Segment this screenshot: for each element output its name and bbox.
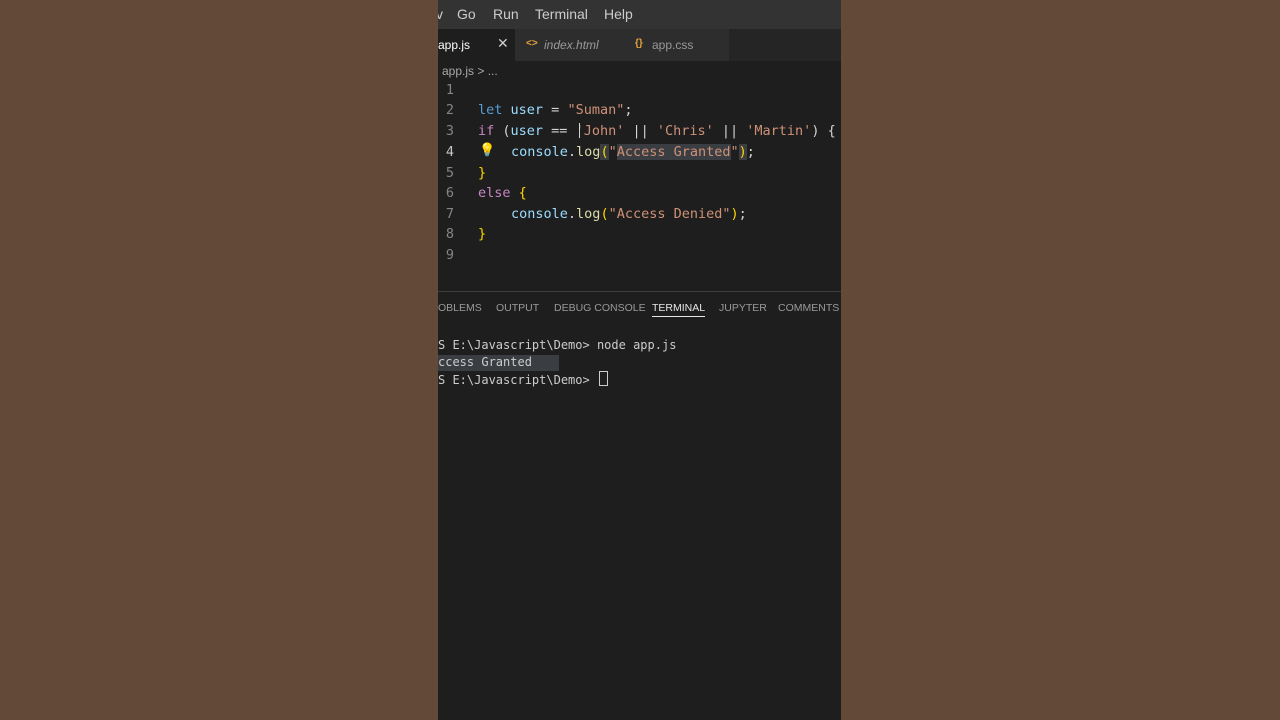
tab-debug-console[interactable]: DEBUG CONSOLE [554,302,646,314]
code-line: 5 } [438,163,841,183]
tab-problems[interactable]: OBLEMS [438,302,482,314]
tab-index-html[interactable]: <> index.html [515,29,622,61]
tab-comments[interactable]: COMMENTS [778,302,839,314]
tab-label: app.js [438,38,471,52]
menu-item-terminal[interactable]: Terminal [535,6,588,22]
line-number: 3 [445,123,454,139]
menu-bar: v Go Run Terminal Help [438,0,841,29]
menu-item-run[interactable]: Run [493,6,519,22]
code-line: 6 else { [438,183,841,203]
tab-bar: app.js ✕ <> index.html {} app.css [438,29,841,61]
code-text: if (user == 'John' || 'Chris' || 'Martin… [478,123,836,139]
terminal-output: ccess Granted [438,355,559,371]
code-line: 3 if (user == 'John' || 'Chris' || 'Mart… [438,121,841,141]
line-number: 6 [445,185,454,201]
line-number: 2 [445,102,454,118]
close-icon[interactable]: ✕ [497,35,509,52]
tab-output[interactable]: OUTPUT [496,302,539,314]
code-line: 9 [438,245,841,265]
code-text: console.log("Access Granted"); [511,144,755,160]
line-number: 4 [445,144,454,160]
line-number: 5 [445,165,454,181]
breadcrumb[interactable]: app.js > ... [442,64,498,78]
right-background [841,0,1280,720]
tab-jupyter[interactable]: JUPYTER [719,302,767,314]
code-text: else { [478,185,527,201]
tab-app-css[interactable]: {} app.css [621,29,730,61]
left-background [0,0,438,720]
tab-terminal[interactable]: TERMINAL [652,302,706,317]
line-number: 9 [445,247,454,263]
line-number: 1 [445,82,454,98]
code-text: let user = "Suman"; [478,102,633,118]
tab-label: index.html [544,38,599,52]
panel-tabs: OBLEMS OUTPUT DEBUG CONSOLE TERMINAL JUP… [438,300,841,322]
html-file-icon: <> [526,38,538,49]
line-number: 8 [445,226,454,242]
terminal-cursor [598,371,608,386]
terminal-line: S E:\Javascript\Demo> node app.js [438,338,677,352]
code-area[interactable]: 1 2 let user = "Suman"; 3 if (user == 'J… [438,80,841,270]
menu-item-help[interactable]: Help [604,6,633,22]
code-line: 2 let user = "Suman"; [438,100,841,120]
menu-item-view[interactable]: v [438,6,443,22]
code-line-current: 4 💡 console.log("Access Granted"); [438,142,841,162]
line-number: 7 [445,206,454,222]
panel-divider[interactable] [438,291,841,292]
code-text: } [478,165,487,181]
tab-app-js[interactable]: app.js ✕ [438,29,515,61]
code-line: 8 } [438,224,841,244]
terminal-prompt: S E:\Javascript\Demo> [438,371,608,387]
code-line: 1 [438,80,841,100]
code-text: console.log("Access Denied"); [511,206,747,222]
code-line: 7 console.log("Access Denied"); [438,204,841,224]
code-text: } [478,226,487,242]
code-editor-window: v Go Run Terminal Help app.js ✕ <> index… [438,0,841,720]
tab-label: app.css [652,38,694,52]
text-cursor [579,123,580,138]
css-file-icon: {} [635,38,643,49]
lightbulb-icon[interactable]: 💡 [479,143,495,158]
menu-item-go[interactable]: Go [457,6,476,22]
